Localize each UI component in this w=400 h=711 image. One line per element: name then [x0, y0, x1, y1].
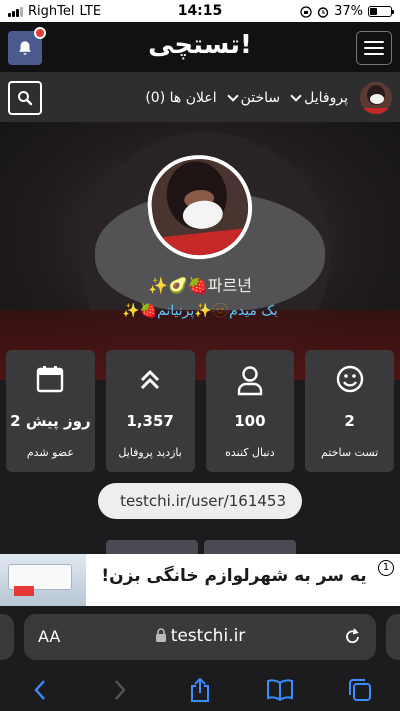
calendar-icon — [37, 366, 64, 393]
site-logo[interactable]: تستچی! — [0, 30, 400, 60]
menu-line — [364, 47, 384, 49]
stat-label: بازدید پروفایل — [118, 446, 182, 459]
nav-create[interactable]: ساختن — [226, 90, 281, 106]
book-icon — [267, 679, 293, 701]
menu-line — [364, 41, 384, 43]
address-bar[interactable]: AA testchi.ir — [24, 614, 376, 660]
profile-url-field[interactable]: testchi.ir/user/161453 — [98, 483, 302, 519]
menu-line — [364, 53, 384, 55]
bookmarks-button[interactable] — [260, 675, 300, 705]
previous-tab-edge[interactable] — [0, 614, 14, 660]
avatar-photo — [360, 82, 392, 114]
nav-create-label: ساختن — [240, 90, 281, 106]
battery-percent: 37% — [334, 4, 363, 19]
forward-button[interactable] — [100, 675, 140, 705]
tabs-button[interactable] — [340, 675, 380, 705]
nav-profile-label: پروفایل — [304, 90, 348, 106]
reload-icon[interactable] — [344, 626, 362, 646]
profile-bio: بک میدم🫥✨پرنیانم🍓✨ — [122, 303, 278, 319]
share-button[interactable] — [180, 675, 220, 705]
lock-icon — [155, 628, 166, 642]
chevron-left-icon — [34, 680, 45, 700]
chevron-down-icon — [226, 90, 239, 102]
next-tab-edge[interactable] — [386, 614, 400, 660]
alarm-icon — [317, 6, 329, 18]
double-chevron-up-icon — [141, 370, 160, 390]
stat-label: عضو شدم — [26, 446, 74, 459]
stat-value: 2 روز پیش — [10, 412, 91, 430]
tabs-icon — [349, 679, 371, 701]
lock-rotation-icon — [300, 5, 312, 18]
stat-followers[interactable]: 100 دنبال کننده — [205, 350, 295, 472]
ad-image — [0, 554, 86, 606]
user-icon — [237, 366, 263, 396]
address-url: testchi.ir — [24, 626, 376, 646]
ad-banner[interactable]: یه سر به شهرلوازم خانگی بزن! 1 — [0, 554, 400, 606]
smiley-icon — [336, 365, 363, 393]
user-avatar[interactable] — [360, 82, 392, 114]
nav-notifications[interactable]: اعلان ها (0) — [145, 90, 216, 106]
back-button[interactable] — [20, 675, 60, 705]
nav-notifications-label: اعلان ها (0) — [145, 90, 217, 106]
search-button[interactable] — [8, 81, 42, 115]
profile-hero: ✨🥑🍓파르년 بک میدم🫥✨پرنیانم🍓✨ — [0, 122, 400, 380]
hamburger-menu-button[interactable] — [356, 31, 392, 65]
battery-icon — [368, 6, 394, 17]
stat-profile-views: 1,357 بازدید پروفایل — [105, 350, 195, 472]
chevron-right-icon — [115, 680, 126, 700]
ios-status-bar: RighTel LTE 14:15 37% — [0, 0, 400, 22]
nav-items: پروفایل ساختن اعلان ها (0) — [145, 82, 392, 114]
profile-photo — [147, 154, 253, 260]
nav-bar: پروفایل ساختن اعلان ها (0) — [0, 72, 400, 122]
stat-value: 1,357 — [126, 412, 174, 430]
share-icon — [191, 677, 209, 702]
profile-stats: 2 روز پیش عضو شدم 1,357 بازدید پروفایل 1… — [6, 350, 394, 472]
stat-tests-created[interactable]: 2 تست ساختم — [305, 350, 394, 472]
stat-label: دنبال کننده — [225, 446, 275, 459]
safari-toolbar — [0, 670, 400, 710]
stat-value: 2 — [344, 412, 355, 430]
ad-text: یه سر به شهرلوازم خانگی بزن! — [101, 566, 367, 586]
stat-label: تست ساختم — [321, 446, 379, 459]
nav-profile[interactable]: پروفایل — [290, 90, 348, 106]
stat-value: 100 — [234, 412, 266, 430]
safari-chrome: AA testchi.ir — [0, 606, 400, 711]
search-icon — [18, 91, 33, 106]
app-header: تستچی! — [0, 22, 400, 72]
ad-badge[interactable]: 1 — [378, 560, 394, 576]
url-text: testchi.ir — [170, 626, 246, 646]
profile-name: ✨🥑🍓파르년 — [148, 276, 252, 295]
chevron-down-icon — [290, 90, 302, 102]
stat-joined: 2 روز پیش عضو شدم — [6, 350, 95, 472]
ad-image-tag — [14, 586, 34, 596]
